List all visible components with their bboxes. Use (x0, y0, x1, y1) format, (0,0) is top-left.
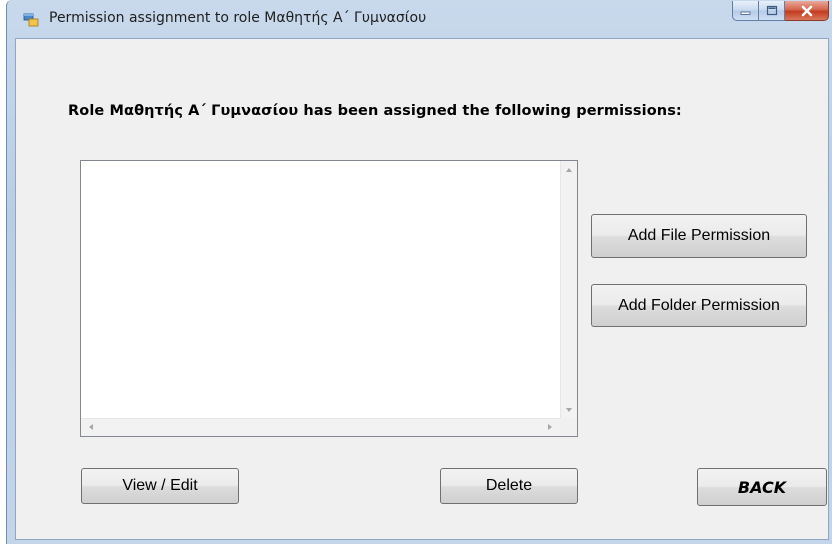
scroll-right-icon[interactable] (548, 424, 552, 430)
minimize-button[interactable] (732, 1, 759, 21)
delete-button[interactable]: Delete (440, 468, 578, 504)
caption-buttons (732, 1, 829, 21)
scroll-left-icon[interactable] (89, 424, 93, 430)
add-file-permission-button[interactable]: Add File Permission (591, 214, 807, 258)
permissions-heading: Role Μαθητής Α΄ Γυμνασίου has been assig… (68, 103, 682, 119)
close-icon (801, 5, 812, 16)
maximize-button[interactable] (759, 1, 785, 21)
horizontal-scrollbar[interactable] (81, 418, 560, 436)
vertical-scrollbar[interactable] (560, 161, 577, 419)
window-frame: Permission assignment to role Μαθητής Α΄… (6, 0, 832, 544)
add-folder-permission-button[interactable]: Add Folder Permission (591, 284, 807, 327)
maximize-icon (766, 5, 777, 16)
window-title: Permission assignment to role Μαθητής Α΄… (49, 10, 427, 26)
scroll-up-icon[interactable] (566, 168, 572, 172)
scroll-corner (560, 418, 577, 436)
scroll-down-icon[interactable] (566, 408, 572, 412)
back-button[interactable]: BACK (697, 468, 827, 506)
view-edit-button[interactable]: View / Edit (81, 468, 239, 504)
window-client-area: Role Μαθητής Α΄ Γυμνασίου has been assig… (15, 38, 829, 540)
title-bar[interactable]: Permission assignment to role Μαθητής Α΄… (7, 0, 832, 38)
close-button[interactable] (785, 1, 829, 21)
minimize-icon (740, 11, 751, 15)
permissions-list[interactable] (80, 160, 578, 437)
windows-form-icon (23, 13, 39, 27)
